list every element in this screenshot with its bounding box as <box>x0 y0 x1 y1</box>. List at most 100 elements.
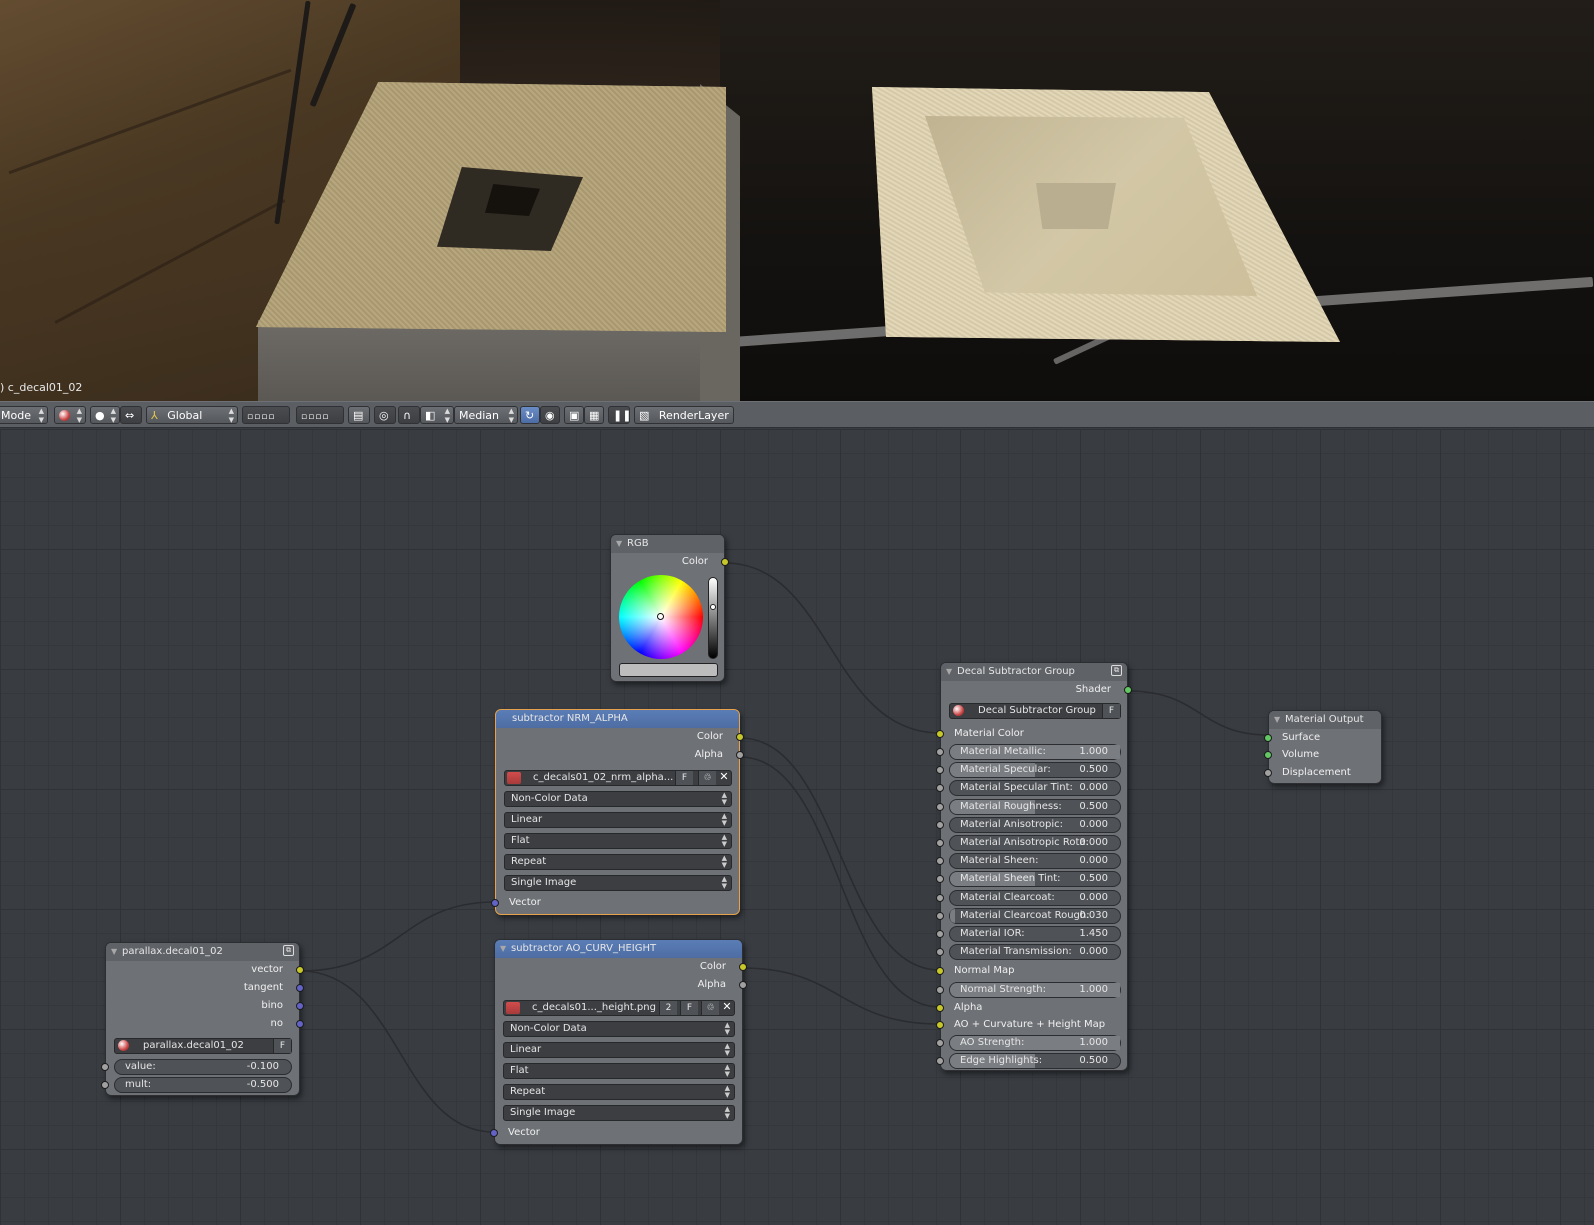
ao-curv-height-image-node[interactable]: ▼ subtractor AO_CURV_HEIGHT Color Alpha … <box>490 939 747 1145</box>
decal-shader-socket[interactable] <box>1124 686 1132 694</box>
color-swatch[interactable] <box>619 663 718 677</box>
nrm-alpha-node-header[interactable]: subtractor NRM_ALPHA <box>496 710 739 728</box>
source-select[interactable]: Single Image ▲ ▼ <box>504 875 732 891</box>
material-field-4[interactable]: Material Anisotropic: 0.000 <box>949 816 1121 833</box>
nrm-color-socket[interactable] <box>736 733 744 741</box>
displacement-socket[interactable] <box>1264 769 1272 777</box>
surface-socket[interactable] <box>1264 734 1272 742</box>
ao-color-socket[interactable] <box>739 963 747 971</box>
color-wheel[interactable] <box>619 575 703 659</box>
decal-subtractor-group-node[interactable]: ▼ Decal Subtractor Group ⧉ Shader Decal … <box>936 662 1132 1071</box>
fake-user-button[interactable]: F <box>680 1001 698 1015</box>
parallax-value-socket[interactable] <box>101 1063 109 1071</box>
material-field-1[interactable]: Material Specular: 0.500 <box>949 762 1121 779</box>
fake-user-button[interactable]: F <box>1102 704 1120 718</box>
3d-viewport[interactable]: ) c_decal01_02 <box>0 0 1594 408</box>
edge-highlights-field[interactable]: Edge Highlights: 0.500 <box>949 1053 1121 1069</box>
material-field-socket[interactable] <box>936 875 944 884</box>
projection-select[interactable]: Flat ▲ ▼ <box>504 833 732 849</box>
parallax-mult-socket[interactable] <box>101 1081 109 1089</box>
nrm-image-selector[interactable]: c_decals01_02_nrm_alpha.... F ♲ ✕ <box>504 770 732 786</box>
image-users-count[interactable]: 2 <box>659 1001 677 1015</box>
snap-element-dropdown[interactable]: ◧ ▲ ▼ <box>420 406 454 424</box>
ao-map-socket[interactable] <box>936 1021 944 1029</box>
interpolation-select[interactable]: Linear ▲ ▼ <box>504 812 732 828</box>
parallax-bino-socket[interactable] <box>296 1002 304 1010</box>
ao-image-name[interactable]: c_decals01..._height.png <box>532 1001 657 1015</box>
material-field-socket[interactable] <box>936 948 944 957</box>
snap-target-dropdown[interactable]: Median ▲ ▼ <box>454 406 518 424</box>
decal-group-node-header[interactable]: ▼ Decal Subtractor Group ⧉ <box>941 663 1127 681</box>
edge-highlights-socket[interactable] <box>936 1057 944 1065</box>
render-layer-dropdown[interactable]: ▧ RenderLayer <box>634 406 734 424</box>
reload-image-icon[interactable]: ♲ <box>698 771 716 785</box>
material-output-node[interactable]: ▼ Material Output Surface Volume Displac… <box>1264 710 1382 784</box>
material-field-0[interactable]: Material Metallic: 1.000 <box>949 744 1121 760</box>
snap-project-button[interactable]: ◉ <box>540 406 560 424</box>
value-slider-handle[interactable] <box>710 604 716 610</box>
parallax-vector-socket[interactable] <box>296 966 304 974</box>
nrm-vector-socket[interactable] <box>491 899 499 907</box>
color-space-select[interactable]: Non-Color Data ▲ ▼ <box>503 1021 735 1037</box>
material-field-socket[interactable] <box>936 911 944 920</box>
material-field-socket[interactable] <box>936 857 944 866</box>
alpha-socket[interactable] <box>936 1004 944 1012</box>
extension-select[interactable]: Repeat ▲ ▼ <box>503 1084 735 1100</box>
render-still-button[interactable]: ▣ <box>564 406 584 424</box>
volume-socket[interactable] <box>1264 751 1272 759</box>
collapse-triangle-icon[interactable]: ▼ <box>111 943 117 961</box>
material-field-2[interactable]: Material Specular Tint: 0.000 <box>949 780 1121 797</box>
parallax-group-selector[interactable]: parallax.decal01_02 F <box>114 1038 292 1054</box>
nrm-alpha-socket[interactable] <box>736 751 744 759</box>
mode-dropdown[interactable]: Mode ▲ ▼ <box>0 406 48 424</box>
fake-user-button[interactable]: F <box>273 1039 291 1053</box>
decal-group-selector[interactable]: Decal Subtractor Group F <box>949 703 1121 719</box>
nrm-alpha-image-node[interactable]: subtractor NRM_ALPHA Color Alpha c_decal… <box>491 709 744 915</box>
render-animation-button[interactable]: ▦ <box>584 406 604 424</box>
material-field-socket[interactable] <box>936 893 944 902</box>
normal-strength-socket[interactable] <box>936 986 944 994</box>
rgb-node[interactable]: ▼ RGB Color <box>610 534 729 682</box>
parallax-group-name[interactable]: parallax.decal01_02 <box>143 1039 244 1053</box>
color-wheel-cursor[interactable] <box>657 613 664 620</box>
ao-alpha-socket[interactable] <box>739 981 747 989</box>
nrm-image-name[interactable]: c_decals01_02_nrm_alpha.... <box>533 771 673 785</box>
material-field-3[interactable]: Material Roughness: 0.500 <box>949 798 1121 815</box>
rgb-node-header[interactable]: ▼ RGB <box>611 535 724 553</box>
material-field-9[interactable]: Material Clearcoat Rough: 0.030 <box>949 907 1121 924</box>
source-select[interactable]: Single Image ▲ ▼ <box>503 1105 735 1121</box>
parallax-value-field[interactable]: value: -0.100 <box>114 1059 292 1075</box>
parallax-node-header[interactable]: ▼ parallax.decal01_02 ⧉ <box>106 943 299 961</box>
material-field-socket[interactable] <box>936 748 944 756</box>
material-field-11[interactable]: Material Transmission: 0.000 <box>949 944 1121 961</box>
ao-node-header[interactable]: ▼ subtractor AO_CURV_HEIGHT <box>495 940 742 958</box>
ao-strength-field[interactable]: AO Strength: 1.000 <box>949 1035 1121 1051</box>
material-color-socket[interactable] <box>936 730 944 738</box>
interpolation-select[interactable]: Linear ▲ ▼ <box>503 1042 735 1058</box>
material-field-socket[interactable] <box>936 784 944 793</box>
material-field-socket[interactable] <box>936 930 944 938</box>
reload-image-icon[interactable]: ♲ <box>701 1001 719 1015</box>
group-edit-icon[interactable]: ⧉ <box>283 945 294 956</box>
ao-image-selector[interactable]: c_decals01..._height.png 2 F ♲ ✕ <box>503 1000 735 1016</box>
snap-toggle[interactable]: ∩ <box>398 406 420 424</box>
node-editor[interactable]: ▼ RGB Color subtractor NRM_ALPHA Color A… <box>0 429 1594 1225</box>
group-edit-icon[interactable]: ⧉ <box>1111 665 1122 676</box>
parallax-tangent-socket[interactable] <box>296 984 304 992</box>
parallax-group-node[interactable]: ▼ parallax.decal01_02 ⧉ vector tangent b… <box>101 942 304 1096</box>
manipulator-toggle[interactable]: ⇔ <box>120 406 142 424</box>
pivot-point-dropdown[interactable]: ● ▲ ▼ <box>90 406 120 424</box>
material-field-socket[interactable] <box>936 802 944 811</box>
shading-dropdown[interactable]: ▲ ▼ <box>54 406 86 424</box>
value-slider[interactable] <box>708 577 718 659</box>
layer-buttons-group-2[interactable]: ▫▫▫▫ <box>296 406 344 424</box>
normal-strength-field[interactable]: Normal Strength: 1.000 <box>949 982 1121 998</box>
collapse-triangle-icon[interactable]: ▼ <box>616 535 622 553</box>
proportional-edit-button[interactable]: ◎ <box>374 406 396 424</box>
pause-button[interactable]: ❚❚ <box>608 406 631 424</box>
material-field-socket[interactable] <box>936 766 944 775</box>
snap-align-button[interactable]: ↻ <box>520 406 540 424</box>
lock-layers-button[interactable]: ▤ <box>348 406 370 424</box>
unlink-image-icon[interactable]: ✕ <box>717 770 731 784</box>
orientation-dropdown[interactable]: ⅄ Global ▲ ▼ <box>146 406 238 424</box>
